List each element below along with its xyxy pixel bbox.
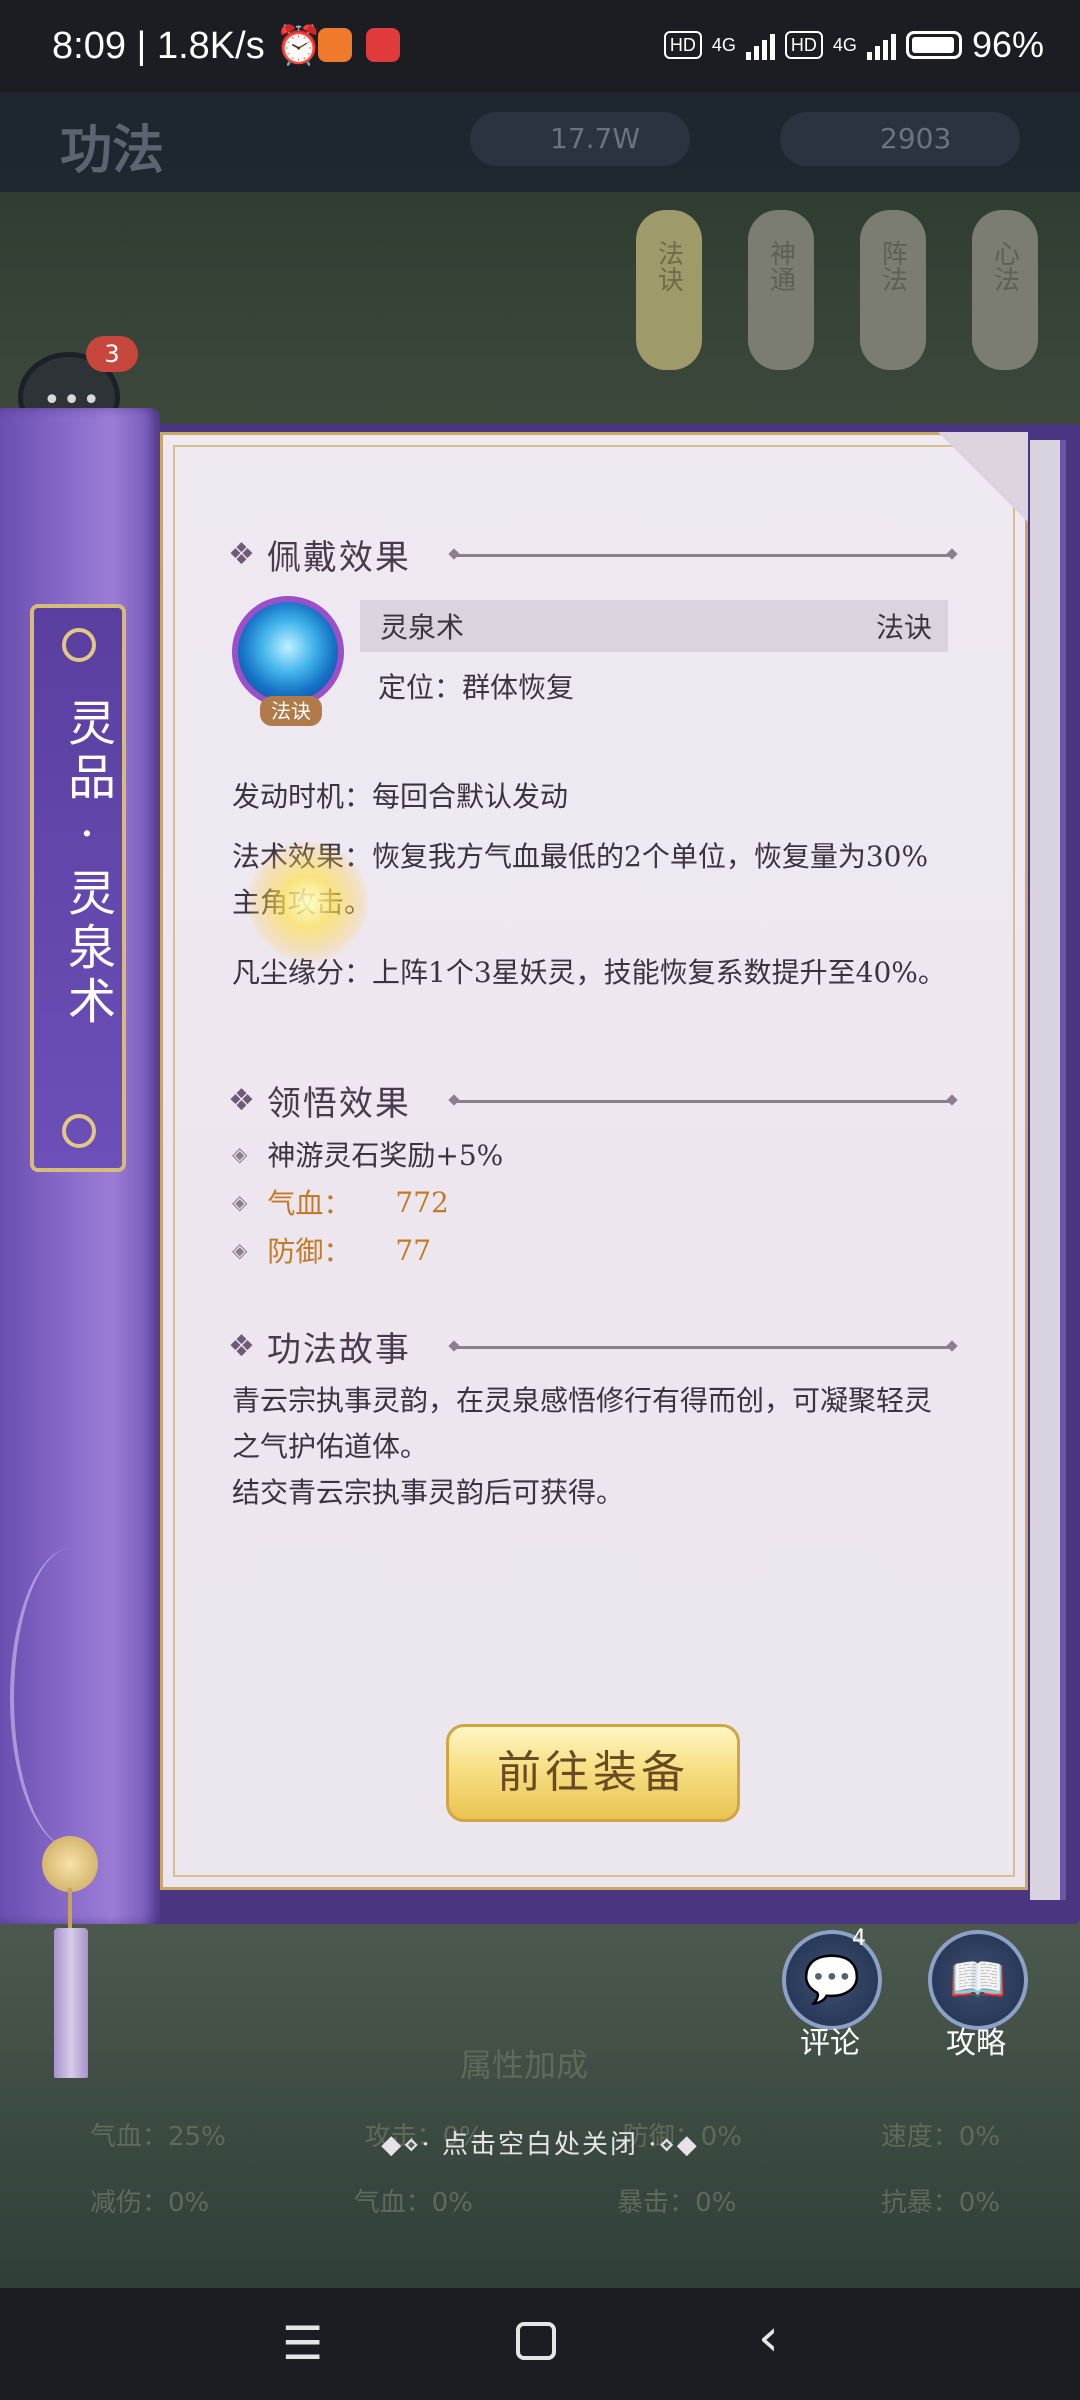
signal-icon [866,30,896,60]
background-page-title: 功法 [60,121,165,181]
story-heading: ❖ 功法故事 [228,1322,411,1371]
taobao-app-icon [318,28,352,62]
battery-icon [905,31,962,59]
section-divider [454,1346,952,1349]
system-nav-bar: ☰ ‹ [0,2288,1080,2400]
shop-app-icon [366,28,400,62]
background-attr-cell: 减伤：0% [90,2188,210,2218]
background-resource-1-value: 17.7W [550,122,641,155]
skill-position: 定位：群体恢复 [378,671,575,704]
diamond-bullet-icon: ◈ [232,1190,248,1214]
spine-swirl-decoration [10,1548,134,1848]
book-pages-edge [1030,440,1066,1900]
background-tab-3: 阵法 [860,210,926,370]
background-attr-row-2: 减伤：0% 气血：0% 暴击：0% 抗暴：0% [90,2182,1000,2219]
crescent-moon-icon [62,628,96,662]
skill-trigger: 发动时机：每回合默认发动 [232,780,569,813]
background-attr-cell: 气血：0% [353,2188,473,2218]
chat-unread-badge: 3 [86,336,138,372]
story-text: 青云宗执事灵韵，在灵泉感悟修行有得而创，可凝聚轻灵之气护佑道体。 [232,1384,933,1463]
sparkle-glow [248,842,368,962]
background-tab-label: 心法 [989,240,1020,292]
background-tab-4: 心法 [972,210,1038,370]
home-square-icon[interactable] [516,2322,556,2360]
skill-type-tag: 法诀 [260,696,322,726]
background-tab-2: 神通 [748,210,814,370]
hd-icon: HD [663,31,702,59]
insight-stat-row: ◈ 防御： 77 [232,1230,431,1270]
background-tab-label: 神通 [765,240,796,292]
spine-title-plaque: 灵品·灵泉术 [30,604,126,1172]
network-type-icon: 4G [832,34,857,55]
insight-effect-heading: ❖ 领悟效果 [228,1076,411,1125]
section-title: 领悟效果 [266,1084,411,1124]
guide-label[interactable]: 攻略 [946,2018,1006,2062]
comment-count-badge: 4 [852,1926,866,1951]
diamond-bullet-icon: ◈ [232,1142,248,1166]
skill-grade-title: 灵品·灵泉术 [59,698,115,1030]
signal-icon [745,30,775,60]
tassel-knob [42,1836,98,1892]
stat-value: 77 [395,1233,432,1267]
network-type-icon: 4G [711,34,736,55]
story-unlock-hint: 结交青云宗执事灵韵后可获得。 [232,1476,625,1509]
background-tab-label: 法诀 [653,240,684,292]
tassel [54,1928,88,2078]
page-fold [938,432,1028,522]
insight-bonus-row: ◈ 神游灵石奖励+5% [232,1134,503,1174]
battery-percent: 96% [971,24,1044,65]
background-tab-label: 阵法 [877,240,908,292]
skill-water-orb-icon [232,596,344,708]
status-bar: 8:09 | 1.8K/s ⏰ HD 4G HD 4G 96% [0,0,1080,92]
stat-label: 防御： [267,1235,352,1268]
menu-icon[interactable]: ☰ [282,2316,323,2370]
stat-label: 气血： [267,1187,352,1220]
diamond-icon: ❖ [228,1329,255,1364]
back-chevron-icon[interactable]: ‹ [758,2308,779,2368]
wear-effect-heading: ❖ 佩戴效果 [228,530,411,579]
diamond-bullet-icon: ◈ [232,1238,248,1262]
section-title: 佩戴效果 [266,538,411,578]
tassel-cord [68,1888,72,1928]
open-book-icon: 📖 [949,1952,1007,2006]
diamond-icon: ❖ [228,1083,255,1118]
section-divider [454,554,952,557]
background-resource-2-value: 2903 [880,122,952,155]
diamond-icon: ❖ [228,537,255,572]
status-time: 8:09 [52,25,126,67]
close-hint[interactable]: ◆⋄· 点击空白处关闭 ·⋄◆ [0,2124,1080,2161]
background-tab-1: 法诀 [636,210,702,370]
insight-stat-row: ◈ 气血： 772 [232,1182,449,1222]
guide-button[interactable]: 📖 [928,1930,1028,2030]
comment-label[interactable]: 评论 [800,2018,860,2062]
equip-button[interactable]: 前往装备 [446,1724,740,1822]
hd-icon: HD [784,31,823,59]
comment-button[interactable]: 💬 [782,1930,882,2030]
status-right-icons: HD 4G HD 4G 96% [663,24,1044,66]
stat-value: 772 [395,1185,449,1219]
section-divider [454,1100,952,1103]
status-net-speed: 1.8K/s [156,25,265,67]
skill-type: 法诀 [875,611,932,644]
skill-fate: 凡尘缘分：上阵1个3星妖灵，技能恢复系数提升至40%。 [232,956,946,989]
background-attr-heading: 属性加成 [460,2046,589,2084]
background-attr-cell: 抗暴：0% [880,2188,1000,2218]
speech-bubble-icon: 💬 [803,1952,861,2006]
background-attr-cell: 暴击：0% [617,2188,737,2218]
section-title: 功法故事 [266,1330,411,1370]
insight-bonus: 神游灵石奖励+5% [267,1139,504,1172]
skill-name: 灵泉术 [380,611,465,644]
status-time-speed: 8:09 | 1.8K/s ⏰ [52,25,323,67]
crescent-moon-icon [62,1114,96,1148]
